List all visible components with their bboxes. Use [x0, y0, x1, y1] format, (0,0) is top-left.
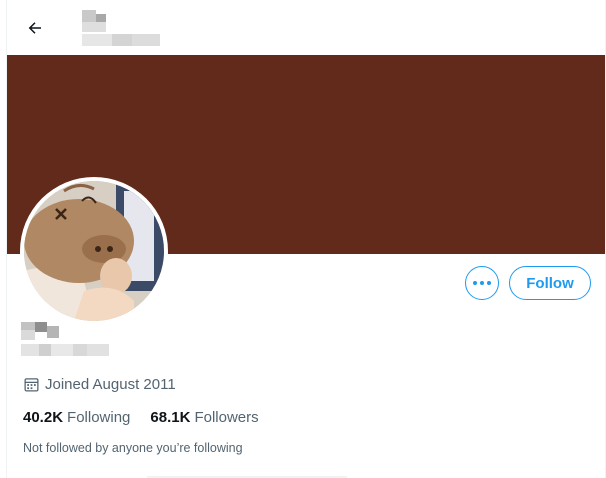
pig-cartoon-avatar-icon	[24, 181, 164, 321]
joined-date: Joined August 2011	[23, 376, 176, 393]
profile-page: Follow Joined August 2011 40.2K Following	[6, 0, 606, 478]
profile-header	[7, 0, 605, 55]
following-count: 40.2K	[23, 409, 64, 426]
followers-label: Followers	[194, 409, 259, 426]
arrow-left-icon	[28, 22, 41, 34]
follow-stats: 40.2K Following 68.1K Followers	[23, 409, 259, 426]
joined-text: Joined August 2011	[45, 376, 176, 393]
following-link[interactable]: 40.2K Following	[23, 409, 130, 426]
header-display-name-redacted	[82, 10, 162, 48]
profile-avatar[interactable]	[20, 177, 168, 325]
followers-count: 68.1K	[150, 409, 191, 426]
followers-link[interactable]: 68.1K Followers	[150, 409, 258, 426]
calendar-icon	[24, 378, 39, 392]
not-followed-note: Not followed by anyone you’re following	[23, 441, 243, 455]
display-name-redacted	[21, 322, 61, 340]
handle-redacted	[21, 344, 111, 356]
ellipsis-dot	[473, 281, 477, 285]
more-options-button[interactable]	[465, 266, 499, 300]
back-button[interactable]	[21, 14, 49, 42]
ellipsis-dot	[487, 281, 491, 285]
follow-button[interactable]: Follow	[509, 266, 591, 300]
ellipsis-dot	[480, 281, 484, 285]
following-label: Following	[67, 409, 131, 426]
